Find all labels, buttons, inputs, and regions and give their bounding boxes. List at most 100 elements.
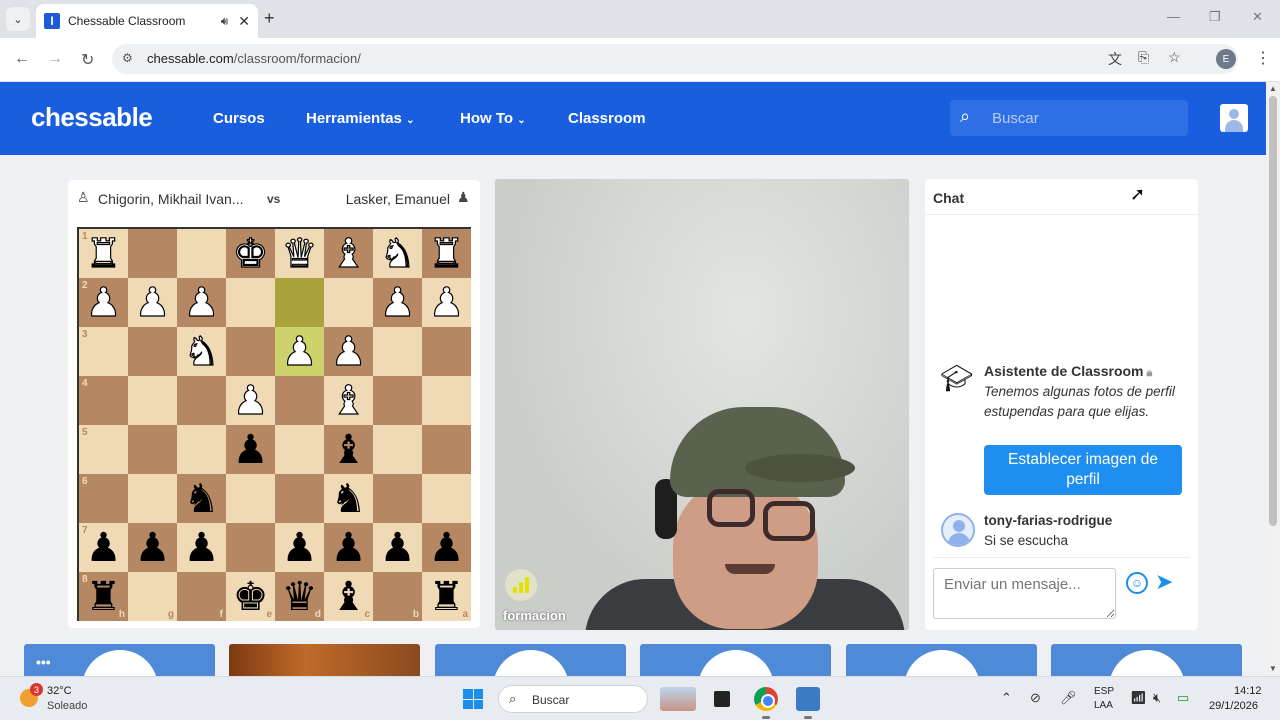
black-pawn-icon[interactable]: ♟ <box>226 425 275 474</box>
black-knight-icon[interactable]: ♞ <box>177 474 226 523</box>
board-square[interactable]: ♛ d <box>275 572 324 621</box>
browser-tab[interactable]: I Chessable Classroom 🔊︎ ✕ <box>36 4 258 38</box>
participant-thumbnail[interactable]: ••• <box>24 644 215 676</box>
nav-herramientas[interactable]: Herramientas ⌄ <box>306 110 414 127</box>
tray-sync-icon[interactable]: ⊘ <box>1030 690 1041 706</box>
battery-icon[interactable]: ▭ <box>1177 690 1189 706</box>
chrome-icon[interactable] <box>754 687 778 711</box>
site-settings-icon[interactable]: ⚙︎ <box>122 51 133 65</box>
window-close-icon[interactable]: ✕ <box>1252 9 1263 25</box>
board-square[interactable]: ♟ <box>324 523 373 572</box>
bookmark-star-icon[interactable]: ☆ <box>1168 49 1181 66</box>
nav-how-to[interactable]: How To ⌄ <box>460 110 526 127</box>
more-options-icon[interactable]: ••• <box>36 654 51 670</box>
tray-chevron-up-icon[interactable]: ⌃ <box>1001 690 1012 706</box>
white-pawn-icon[interactable]: ♟ <box>373 278 422 327</box>
install-app-icon[interactable]: ⎘ <box>1138 49 1149 66</box>
scroll-thumb[interactable] <box>1269 96 1277 526</box>
reload-icon[interactable]: ↻ <box>81 50 94 70</box>
board-square[interactable]: ♞ <box>177 474 226 523</box>
wifi-icon[interactable]: 📶︎ <box>1130 690 1147 706</box>
scroll-up-icon[interactable]: ▲ <box>1269 84 1277 93</box>
board-square[interactable]: ♝ <box>324 229 373 278</box>
black-pawn-icon[interactable]: ♟ <box>373 523 422 572</box>
microphone-icon[interactable]: 🎤︎ <box>1060 690 1077 706</box>
board-square[interactable] <box>373 376 422 425</box>
participant-thumbnail[interactable] <box>846 644 1037 676</box>
board-square[interactable] <box>128 376 177 425</box>
board-square[interactable]: ♟ <box>373 523 422 572</box>
restore-icon[interactable]: ❐ <box>1209 9 1221 25</box>
chessable-logo[interactable]: chessable <box>31 102 153 133</box>
board-square[interactable] <box>422 327 471 376</box>
page-scrollbar[interactable]: ▲ ▼ <box>1266 82 1280 676</box>
black-pawn-icon[interactable]: ♟ <box>177 523 226 572</box>
scroll-down-icon[interactable]: ▼ <box>1269 664 1277 673</box>
board-square[interactable]: ♟ <box>373 278 422 327</box>
participant-thumbnail[interactable] <box>1051 644 1242 676</box>
board-square[interactable]: ♜ a <box>422 572 471 621</box>
clock-time[interactable]: 14:12 <box>1234 685 1262 697</box>
board-square[interactable]: ♟ <box>177 523 226 572</box>
board-square[interactable]: ♟ 2 <box>79 278 128 327</box>
board-square[interactable] <box>177 425 226 474</box>
volume-muted-icon[interactable]: 🔇︎ <box>1153 690 1161 706</box>
board-square[interactable]: ♞ <box>177 327 226 376</box>
board-square[interactable]: ♟ <box>324 327 373 376</box>
chessboard[interactable]: ♜ 1 ♚ ♛ ♝ ♞ ♜ ♟ 2 ♟ ♟ ♟ ♟ 3 ♞ ♟ ♟ 4 ♟ ♝ 5 ♟ ♝ 6 ♞ ♞ ♟ 7 ♟ ♟ ♟ ♟ ♟ ♟ ♜ 8 h g f ♚… <box>77 227 471 621</box>
language-code[interactable]: ESP <box>1094 686 1114 697</box>
widget-image-icon[interactable] <box>660 687 696 711</box>
board-square[interactable] <box>422 376 471 425</box>
board-square[interactable]: ♟ <box>275 327 324 376</box>
white-bishop-icon[interactable]: ♝ <box>324 229 373 278</box>
board-square[interactable] <box>128 327 177 376</box>
white-queen-icon[interactable]: ♛ <box>275 229 324 278</box>
board-square[interactable] <box>422 425 471 474</box>
board-square[interactable] <box>226 474 275 523</box>
board-square[interactable]: ♟ <box>226 425 275 474</box>
board-square[interactable]: f <box>177 572 226 621</box>
participant-thumbnail-video[interactable] <box>229 644 420 676</box>
clock-date[interactable]: 29/1/2026 <box>1209 700 1258 712</box>
white-rook-icon[interactable]: ♜ <box>422 229 471 278</box>
address-bar[interactable]: ⚙︎ chessable.com/classroom/formacion/ 文 … <box>112 44 1238 74</box>
task-view-icon[interactable] <box>714 691 730 707</box>
board-square[interactable]: 6 <box>79 474 128 523</box>
white-king-icon[interactable]: ♚ <box>226 229 275 278</box>
black-pawn-icon[interactable]: ♟ <box>275 523 324 572</box>
browser-menu-icon[interactable]: ⋮ <box>1255 48 1271 68</box>
board-square[interactable] <box>275 425 324 474</box>
board-square[interactable]: ♝ <box>324 376 373 425</box>
site-search-input[interactable]: ⌕ Buscar <box>950 100 1188 136</box>
taskbar-search[interactable]: ⌕ Buscar <box>498 685 648 713</box>
board-square[interactable] <box>373 425 422 474</box>
set-profile-image-button[interactable]: Establecer imagen de perfil <box>984 445 1182 495</box>
white-bishop-icon[interactable]: ♝ <box>324 376 373 425</box>
white-pawn-icon[interactable]: ♟ <box>128 278 177 327</box>
board-square[interactable]: ♚ e <box>226 572 275 621</box>
white-pawn-icon[interactable]: ♟ <box>177 278 226 327</box>
new-tab-plus-icon[interactable]: + <box>264 8 275 29</box>
board-square[interactable] <box>128 474 177 523</box>
tab-search-chevron-icon[interactable]: ⌄ <box>6 7 30 31</box>
board-square[interactable] <box>275 376 324 425</box>
white-pawn-icon[interactable]: ♟ <box>275 327 324 376</box>
board-square[interactable] <box>128 425 177 474</box>
board-square[interactable]: ♛ <box>275 229 324 278</box>
app-icon[interactable] <box>796 687 820 711</box>
profile-avatar[interactable]: E <box>1216 49 1236 69</box>
board-square[interactable] <box>128 229 177 278</box>
board-square[interactable] <box>226 327 275 376</box>
keyboard-layout[interactable]: LAA <box>1094 700 1113 711</box>
black-pawn-icon[interactable]: ♟ <box>128 523 177 572</box>
white-pawn-icon[interactable]: ♟ <box>324 327 373 376</box>
board-square[interactable]: ♟ <box>128 523 177 572</box>
board-square[interactable]: ♟ <box>177 278 226 327</box>
board-square[interactable] <box>373 474 422 523</box>
white-pawn-icon[interactable]: ♟ <box>422 278 471 327</box>
speaker-icon[interactable]: 🔊︎ <box>221 14 229 29</box>
board-square[interactable]: ♟ <box>226 376 275 425</box>
send-icon[interactable]: ➤ <box>1155 569 1173 595</box>
black-pawn-icon[interactable]: ♟ <box>324 523 373 572</box>
nav-classroom[interactable]: Classroom <box>568 110 646 127</box>
